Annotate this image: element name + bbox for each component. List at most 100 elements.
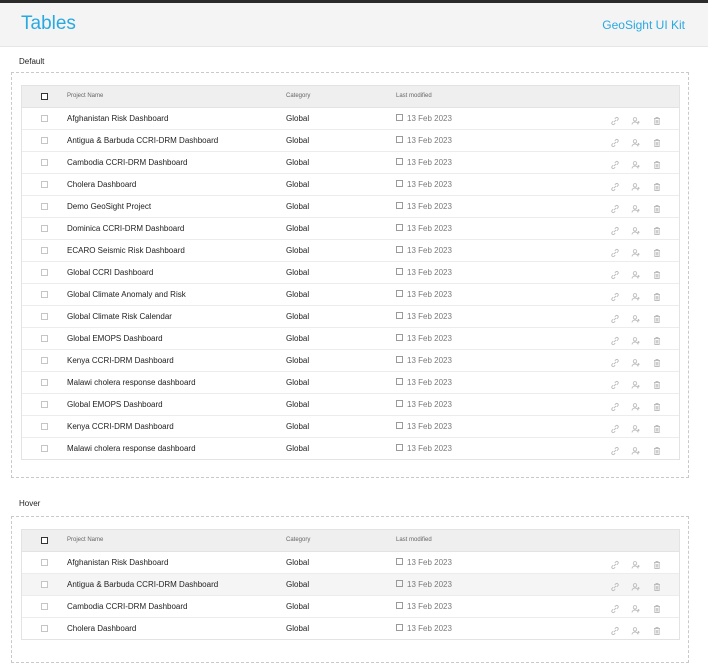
table-row[interactable]: Global EMOPS Dashboard Global 13 Feb 2023	[22, 328, 679, 350]
add-user-icon[interactable]	[631, 204, 641, 214]
table-row[interactable]: Dominica CCRI-DRM Dashboard Global 13 Feb …	[22, 218, 679, 240]
table-row[interactable]: Malawi cholera response dashboard Global 1…	[22, 372, 679, 394]
column-last-modified[interactable]: Last modified	[396, 93, 432, 99]
trash-icon[interactable]	[652, 402, 662, 412]
project-name-cell[interactable]: Kenya CCRI-DRM Dashboard	[67, 422, 174, 431]
link-icon[interactable]	[610, 402, 620, 412]
row-checkbox[interactable]	[41, 581, 48, 588]
row-checkbox[interactable]	[41, 335, 48, 342]
add-user-icon[interactable]	[631, 380, 641, 390]
link-icon[interactable]	[610, 582, 620, 592]
trash-icon[interactable]	[652, 226, 662, 236]
trash-icon[interactable]	[652, 204, 662, 214]
add-user-icon[interactable]	[631, 336, 641, 346]
link-icon[interactable]	[610, 446, 620, 456]
row-checkbox[interactable]	[41, 625, 48, 632]
row-checkbox[interactable]	[41, 181, 48, 188]
project-name-cell[interactable]: Global Climate Anomaly and Risk	[67, 290, 186, 299]
link-icon[interactable]	[610, 292, 620, 302]
ui-kit-link[interactable]: GeoSight UI Kit	[602, 18, 685, 32]
add-user-icon[interactable]	[631, 138, 641, 148]
table-row[interactable]: Cambodia CCRI-DRM Dashboard Global 13 Feb …	[22, 152, 679, 174]
trash-icon[interactable]	[652, 116, 662, 126]
add-user-icon[interactable]	[631, 358, 641, 368]
trash-icon[interactable]	[652, 182, 662, 192]
row-checkbox[interactable]	[41, 423, 48, 430]
column-category[interactable]: Category	[286, 93, 310, 99]
table-row[interactable]: Cholera Dashboard Global 13 Feb 2023	[22, 174, 679, 196]
trash-icon[interactable]	[652, 160, 662, 170]
row-checkbox[interactable]	[41, 137, 48, 144]
table-row[interactable]: Afghanistan Risk Dashboard Global 13 Feb 2…	[22, 552, 679, 574]
row-checkbox[interactable]	[41, 313, 48, 320]
trash-icon[interactable]	[652, 582, 662, 592]
table-row[interactable]: Global Climate Anomaly and Risk Global 13 …	[22, 284, 679, 306]
add-user-icon[interactable]	[631, 604, 641, 614]
project-name-cell[interactable]: Antigua & Barbuda CCRI-DRM Dashboard	[67, 580, 218, 589]
select-all-checkbox[interactable]	[41, 537, 48, 544]
row-checkbox[interactable]	[41, 357, 48, 364]
row-checkbox[interactable]	[41, 559, 48, 566]
link-icon[interactable]	[610, 358, 620, 368]
column-category[interactable]: Category	[286, 537, 310, 543]
trash-icon[interactable]	[652, 380, 662, 390]
project-name-cell[interactable]: Cholera Dashboard	[67, 624, 136, 633]
table-row[interactable]: Global EMOPS Dashboard Global 13 Feb 2023	[22, 394, 679, 416]
trash-icon[interactable]	[652, 560, 662, 570]
trash-icon[interactable]	[652, 292, 662, 302]
trash-icon[interactable]	[652, 626, 662, 636]
project-name-cell[interactable]: Global CCRI Dashboard	[67, 268, 153, 277]
select-all-checkbox[interactable]	[41, 93, 48, 100]
project-name-cell[interactable]: ECARO Seismic Risk Dashboard	[67, 246, 185, 255]
table-row[interactable]: Kenya CCRI-DRM Dashboard Global 13 Feb 202…	[22, 350, 679, 372]
link-icon[interactable]	[610, 138, 620, 148]
project-name-cell[interactable]: Cholera Dashboard	[67, 180, 136, 189]
add-user-icon[interactable]	[631, 270, 641, 280]
trash-icon[interactable]	[652, 248, 662, 258]
column-project-name[interactable]: Project Name	[67, 93, 103, 99]
table-row[interactable]: Cambodia CCRI-DRM Dashboard Global 13 Feb …	[22, 596, 679, 618]
project-name-cell[interactable]: Kenya CCRI-DRM Dashboard	[67, 356, 174, 365]
add-user-icon[interactable]	[631, 314, 641, 324]
link-icon[interactable]	[610, 160, 620, 170]
link-icon[interactable]	[610, 182, 620, 192]
row-checkbox[interactable]	[41, 445, 48, 452]
trash-icon[interactable]	[652, 270, 662, 280]
table-row[interactable]: Antigua & Barbuda CCRI-DRM Dashboard Glob…	[22, 130, 679, 152]
table-row[interactable]: Antigua & Barbuda CCRI-DRM Dashboard Glob…	[22, 574, 679, 596]
column-project-name[interactable]: Project Name	[67, 537, 103, 543]
link-icon[interactable]	[610, 424, 620, 434]
link-icon[interactable]	[610, 336, 620, 346]
trash-icon[interactable]	[652, 604, 662, 614]
project-name-cell[interactable]: Cambodia CCRI-DRM Dashboard	[67, 158, 187, 167]
add-user-icon[interactable]	[631, 626, 641, 636]
link-icon[interactable]	[610, 626, 620, 636]
link-icon[interactable]	[610, 604, 620, 614]
add-user-icon[interactable]	[631, 116, 641, 126]
project-name-cell[interactable]: Malawi cholera response dashboard	[67, 378, 196, 387]
add-user-icon[interactable]	[631, 292, 641, 302]
table-row[interactable]: Afghanistan Risk Dashboard Global 13 Feb 2…	[22, 108, 679, 130]
project-name-cell[interactable]: Malawi cholera response dashboard	[67, 444, 196, 453]
row-checkbox[interactable]	[41, 247, 48, 254]
row-checkbox[interactable]	[41, 269, 48, 276]
add-user-icon[interactable]	[631, 226, 641, 236]
add-user-icon[interactable]	[631, 446, 641, 456]
link-icon[interactable]	[610, 248, 620, 258]
project-name-cell[interactable]: Global EMOPS Dashboard	[67, 400, 163, 409]
project-name-cell[interactable]: Global Climate Risk Calendar	[67, 312, 172, 321]
project-name-cell[interactable]: Afghanistan Risk Dashboard	[67, 114, 168, 123]
add-user-icon[interactable]	[631, 182, 641, 192]
table-row[interactable]: ECARO Seismic Risk Dashboard Global 13 Feb…	[22, 240, 679, 262]
link-icon[interactable]	[610, 314, 620, 324]
trash-icon[interactable]	[652, 314, 662, 324]
table-row[interactable]: Global Climate Risk Calendar Global 13 Feb…	[22, 306, 679, 328]
row-checkbox[interactable]	[41, 291, 48, 298]
table-row[interactable]: Cholera Dashboard Global 13 Feb 2023	[22, 618, 679, 639]
add-user-icon[interactable]	[631, 424, 641, 434]
row-checkbox[interactable]	[41, 225, 48, 232]
trash-icon[interactable]	[652, 358, 662, 368]
trash-icon[interactable]	[652, 138, 662, 148]
trash-icon[interactable]	[652, 446, 662, 456]
row-checkbox[interactable]	[41, 115, 48, 122]
